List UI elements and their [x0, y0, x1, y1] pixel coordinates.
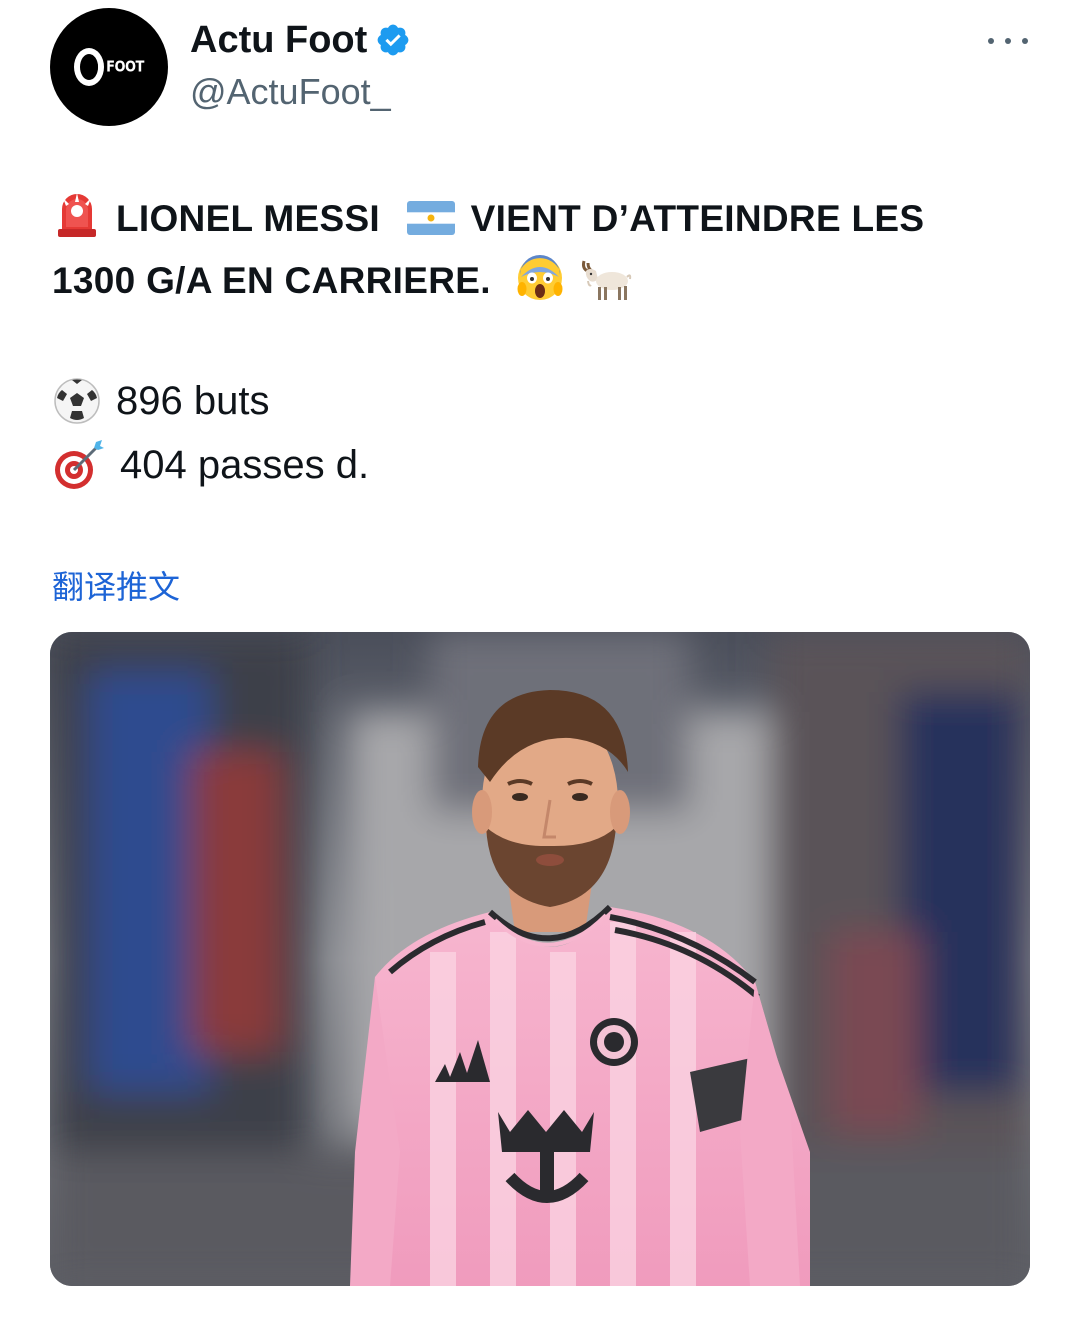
tweet-line-1b-text: VIENT D’ATTEINDRE LES	[470, 198, 925, 239]
more-button[interactable]	[988, 26, 1028, 56]
player-photo	[50, 632, 1030, 1286]
tweet-line-1: LIONEL MESSI VIENT D’ATTEINDRE LES	[52, 188, 1012, 250]
tweet-line-1-text: LIONEL MESSI	[116, 198, 381, 239]
direct-hit-icon	[55, 440, 104, 489]
tweet: FOOT Actu Foot @ActuFoot_ LIONEL MESSI V…	[0, 0, 1080, 1325]
goat-icon	[581, 260, 632, 300]
tweet-line-2-text: 1300 G/A EN CARRIERE.	[52, 260, 491, 301]
goals-text: 896 buts	[116, 378, 270, 423]
argentina-flag-icon	[406, 201, 455, 235]
tweet-line-2: 1300 G/A EN CARRIERE.	[52, 250, 1012, 312]
goals-line: 896 buts	[52, 376, 269, 426]
rotating-light-icon	[58, 193, 96, 237]
more-icon	[988, 38, 994, 44]
tweet-photo[interactable]	[50, 632, 1030, 1286]
avatar-text: FOOT	[106, 58, 144, 76]
verified-badge-icon	[377, 24, 409, 56]
face-screaming-icon	[517, 255, 563, 300]
handle[interactable]: @ActuFoot_	[190, 70, 391, 114]
translate-tweet-link[interactable]: 翻译推文	[52, 562, 180, 608]
soccer-ball-icon	[54, 378, 100, 424]
assists-line: 404 passes d.	[52, 438, 369, 492]
display-name-text[interactable]: Actu Foot	[190, 18, 367, 62]
assists-text: 404 passes d.	[120, 442, 370, 487]
display-name[interactable]: Actu Foot	[190, 18, 411, 62]
avatar-logo: FOOT	[74, 48, 144, 86]
avatar[interactable]: FOOT	[50, 8, 168, 126]
tweet-text: LIONEL MESSI VIENT D’ATTEINDRE LES 1300 …	[52, 188, 1012, 312]
